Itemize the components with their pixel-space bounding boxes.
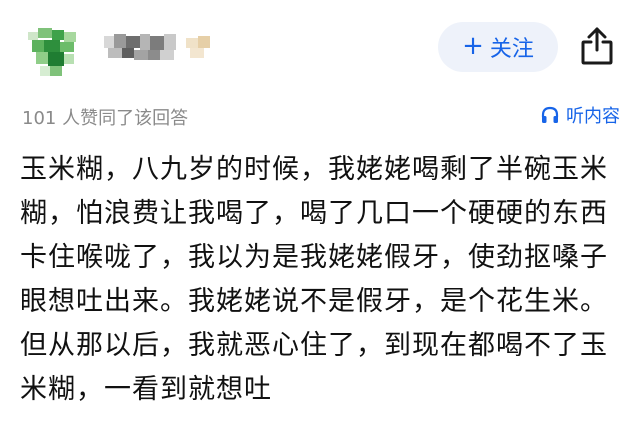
follow-label: 关注 xyxy=(489,37,534,62)
share-icon[interactable] xyxy=(580,26,614,66)
likes-count: 101 人赞同了该回答 xyxy=(22,108,189,129)
listen-button[interactable]: 听内容 xyxy=(540,102,620,128)
answer-meta: 101 人赞同了该回答 听内容 xyxy=(0,100,640,136)
avatar[interactable] xyxy=(22,26,84,78)
listen-label: 听内容 xyxy=(566,106,620,127)
answer-body: 玉米糊，八九岁的时候，我姥姥喝剩了半碗玉米糊，怕浪费让我喝了，喝了几口一个硬硬的… xyxy=(20,154,608,405)
plus-icon: + xyxy=(462,31,484,61)
answer-header: + 关注 xyxy=(0,0,640,96)
username-pixelated[interactable] xyxy=(104,32,224,62)
headphones-icon xyxy=(541,106,559,123)
follow-button[interactable]: + 关注 xyxy=(438,22,558,72)
